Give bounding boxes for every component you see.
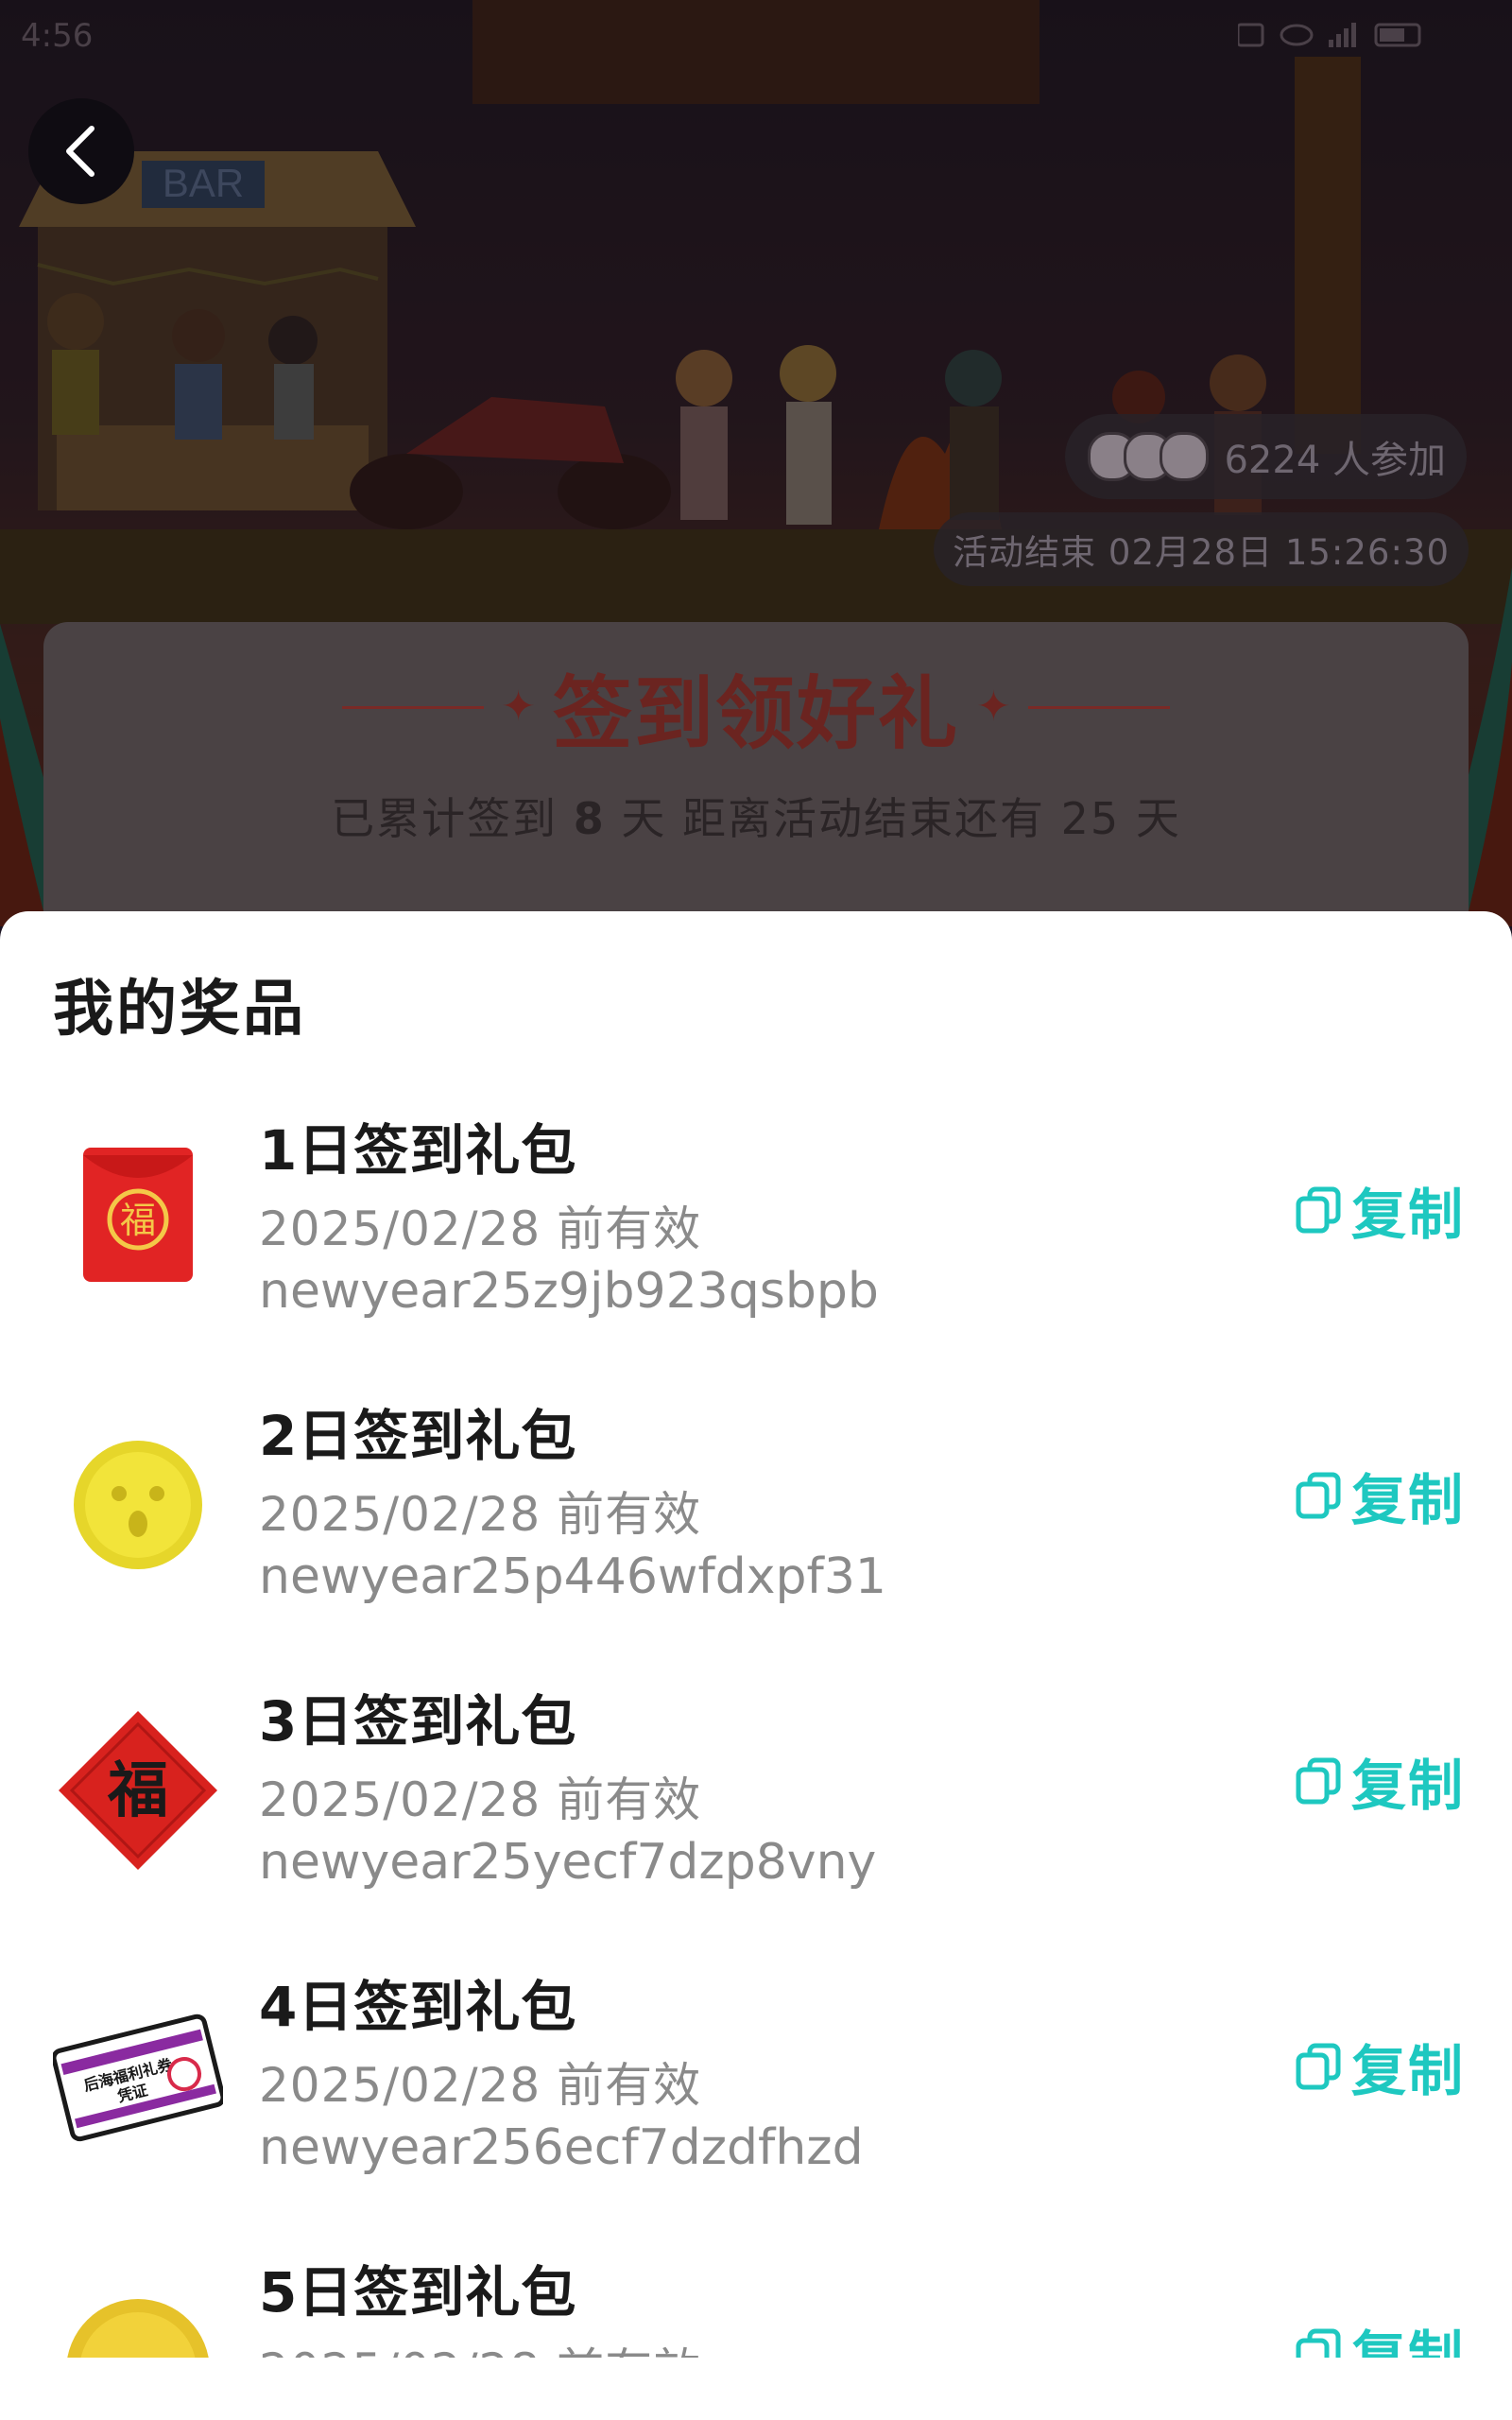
status-bar-icons <box>1238 23 1421 47</box>
copy-icon <box>1296 1186 1341 1234</box>
fu-diamond-icon: 福 <box>59 1711 217 1870</box>
chevron-left-icon <box>66 126 94 177</box>
copy-icon <box>1296 1757 1341 1805</box>
copy-button[interactable]: 复制 <box>1295 2029 1465 2104</box>
prize-item: 5日签到礼包 2025/02/28 前有效 复制 <box>0 2248 1512 2358</box>
prize-code: newyear25p446wfdxpf31 <box>259 1548 887 1605</box>
prize-code: newyear25z9jb923qsbpb <box>259 1263 879 1320</box>
prize-name: 4日签到礼包 <box>259 1975 577 2039</box>
sheet-bottom-area <box>0 2358 1512 2420</box>
prize-validity: 2025/02/28 前有效 <box>259 1201 702 1256</box>
prize-list[interactable]: 福 1日签到礼包 2025/02/28 前有效 newyear25z9jb923… <box>0 911 1512 2358</box>
copy-label: 复制 <box>1350 2039 1465 2103</box>
days-signed: 8 <box>573 793 606 844</box>
title-divider-left <box>342 705 485 709</box>
participant-avatars <box>1088 432 1210 481</box>
prize-name: 2日签到礼包 <box>259 1404 577 1468</box>
prize-code: newyear25yecf7dzp8vny <box>259 1834 877 1891</box>
copy-icon <box>1296 1472 1341 1519</box>
checkin-summary: 已累计签到 8 天 距离活动结束还有 25 天 <box>43 785 1469 847</box>
red-envelope-icon: 福 <box>83 1148 193 1282</box>
copy-label: 复制 <box>1350 1183 1465 1247</box>
participants-badge: 6224 人参加 <box>1065 414 1467 499</box>
avatar <box>1160 432 1210 481</box>
copy-button[interactable]: 复制 <box>1295 1458 1465 1533</box>
status-bar-time: 4:56 <box>21 17 94 55</box>
my-prizes-sheet: 我的奖品 福 1日签到礼包 2025/02/28 前有效 newyear25z9… <box>0 911 1512 2420</box>
prize-item: 福 1日签到礼包 2025/02/28 前有效 newyear25z9jb923… <box>0 1106 1512 1371</box>
prize-item: 2日签到礼包 2025/02/28 前有效 newyear25p446wfdxp… <box>0 1392 1512 1656</box>
participants-count: 6224 人参加 <box>1224 439 1446 482</box>
prize-validity: 2025/02/28 前有效 <box>259 1772 702 1827</box>
copy-button[interactable]: 复制 <box>1295 1743 1465 1819</box>
gold-coin-icon <box>67 2299 209 2358</box>
prize-name: 1日签到礼包 <box>259 1118 577 1183</box>
copy-label: 复制 <box>1350 2325 1465 2358</box>
activity-end-time: 活动结束 02月28日 15:26:30 <box>934 512 1469 586</box>
gold-coin-icon <box>74 1441 202 1569</box>
prize-item: 福 3日签到礼包 2025/02/28 前有效 newyear25yecf7dz… <box>0 1677 1512 1942</box>
checkin-title: 签到领好礼 <box>552 666 959 760</box>
prize-item: 后海福利礼券 凭证 4日签到礼包 2025/02/28 前有效 newyear2… <box>0 1962 1512 2227</box>
copy-icon <box>1296 2043 1341 2090</box>
copy-button[interactable]: 复制 <box>1295 2314 1465 2358</box>
copy-button[interactable]: 复制 <box>1295 1172 1465 1248</box>
prize-validity: 2025/02/28 前有效 <box>259 1487 702 1542</box>
prize-validity: 2025/02/28 前有效 <box>259 2058 702 2113</box>
prize-name: 5日签到礼包 <box>259 2260 577 2325</box>
prize-name: 3日签到礼包 <box>259 1689 577 1754</box>
sparkle-icon: ✦ <box>501 683 536 731</box>
svg-text:福: 福 <box>120 1200 156 1241</box>
summary-prefix: 已累计签到 <box>331 793 574 844</box>
prize-validity: 2025/02/28 前有效 <box>259 2333 701 2358</box>
svg-text:福: 福 <box>107 1756 168 1826</box>
summary-rest: 天 距离活动结束还有 25 天 <box>605 793 1181 844</box>
copy-label: 复制 <box>1350 1468 1465 1532</box>
copy-icon <box>1296 2328 1341 2358</box>
copy-label: 复制 <box>1350 1754 1465 1818</box>
prize-code: newyear256ecf7dzdfhzd <box>259 2119 864 2176</box>
coupon-ticket-icon: 后海福利礼券 凭证 <box>53 2014 223 2142</box>
back-button[interactable] <box>28 98 134 204</box>
sparkle-icon: ✦ <box>976 683 1011 731</box>
title-divider-right <box>1027 705 1170 709</box>
